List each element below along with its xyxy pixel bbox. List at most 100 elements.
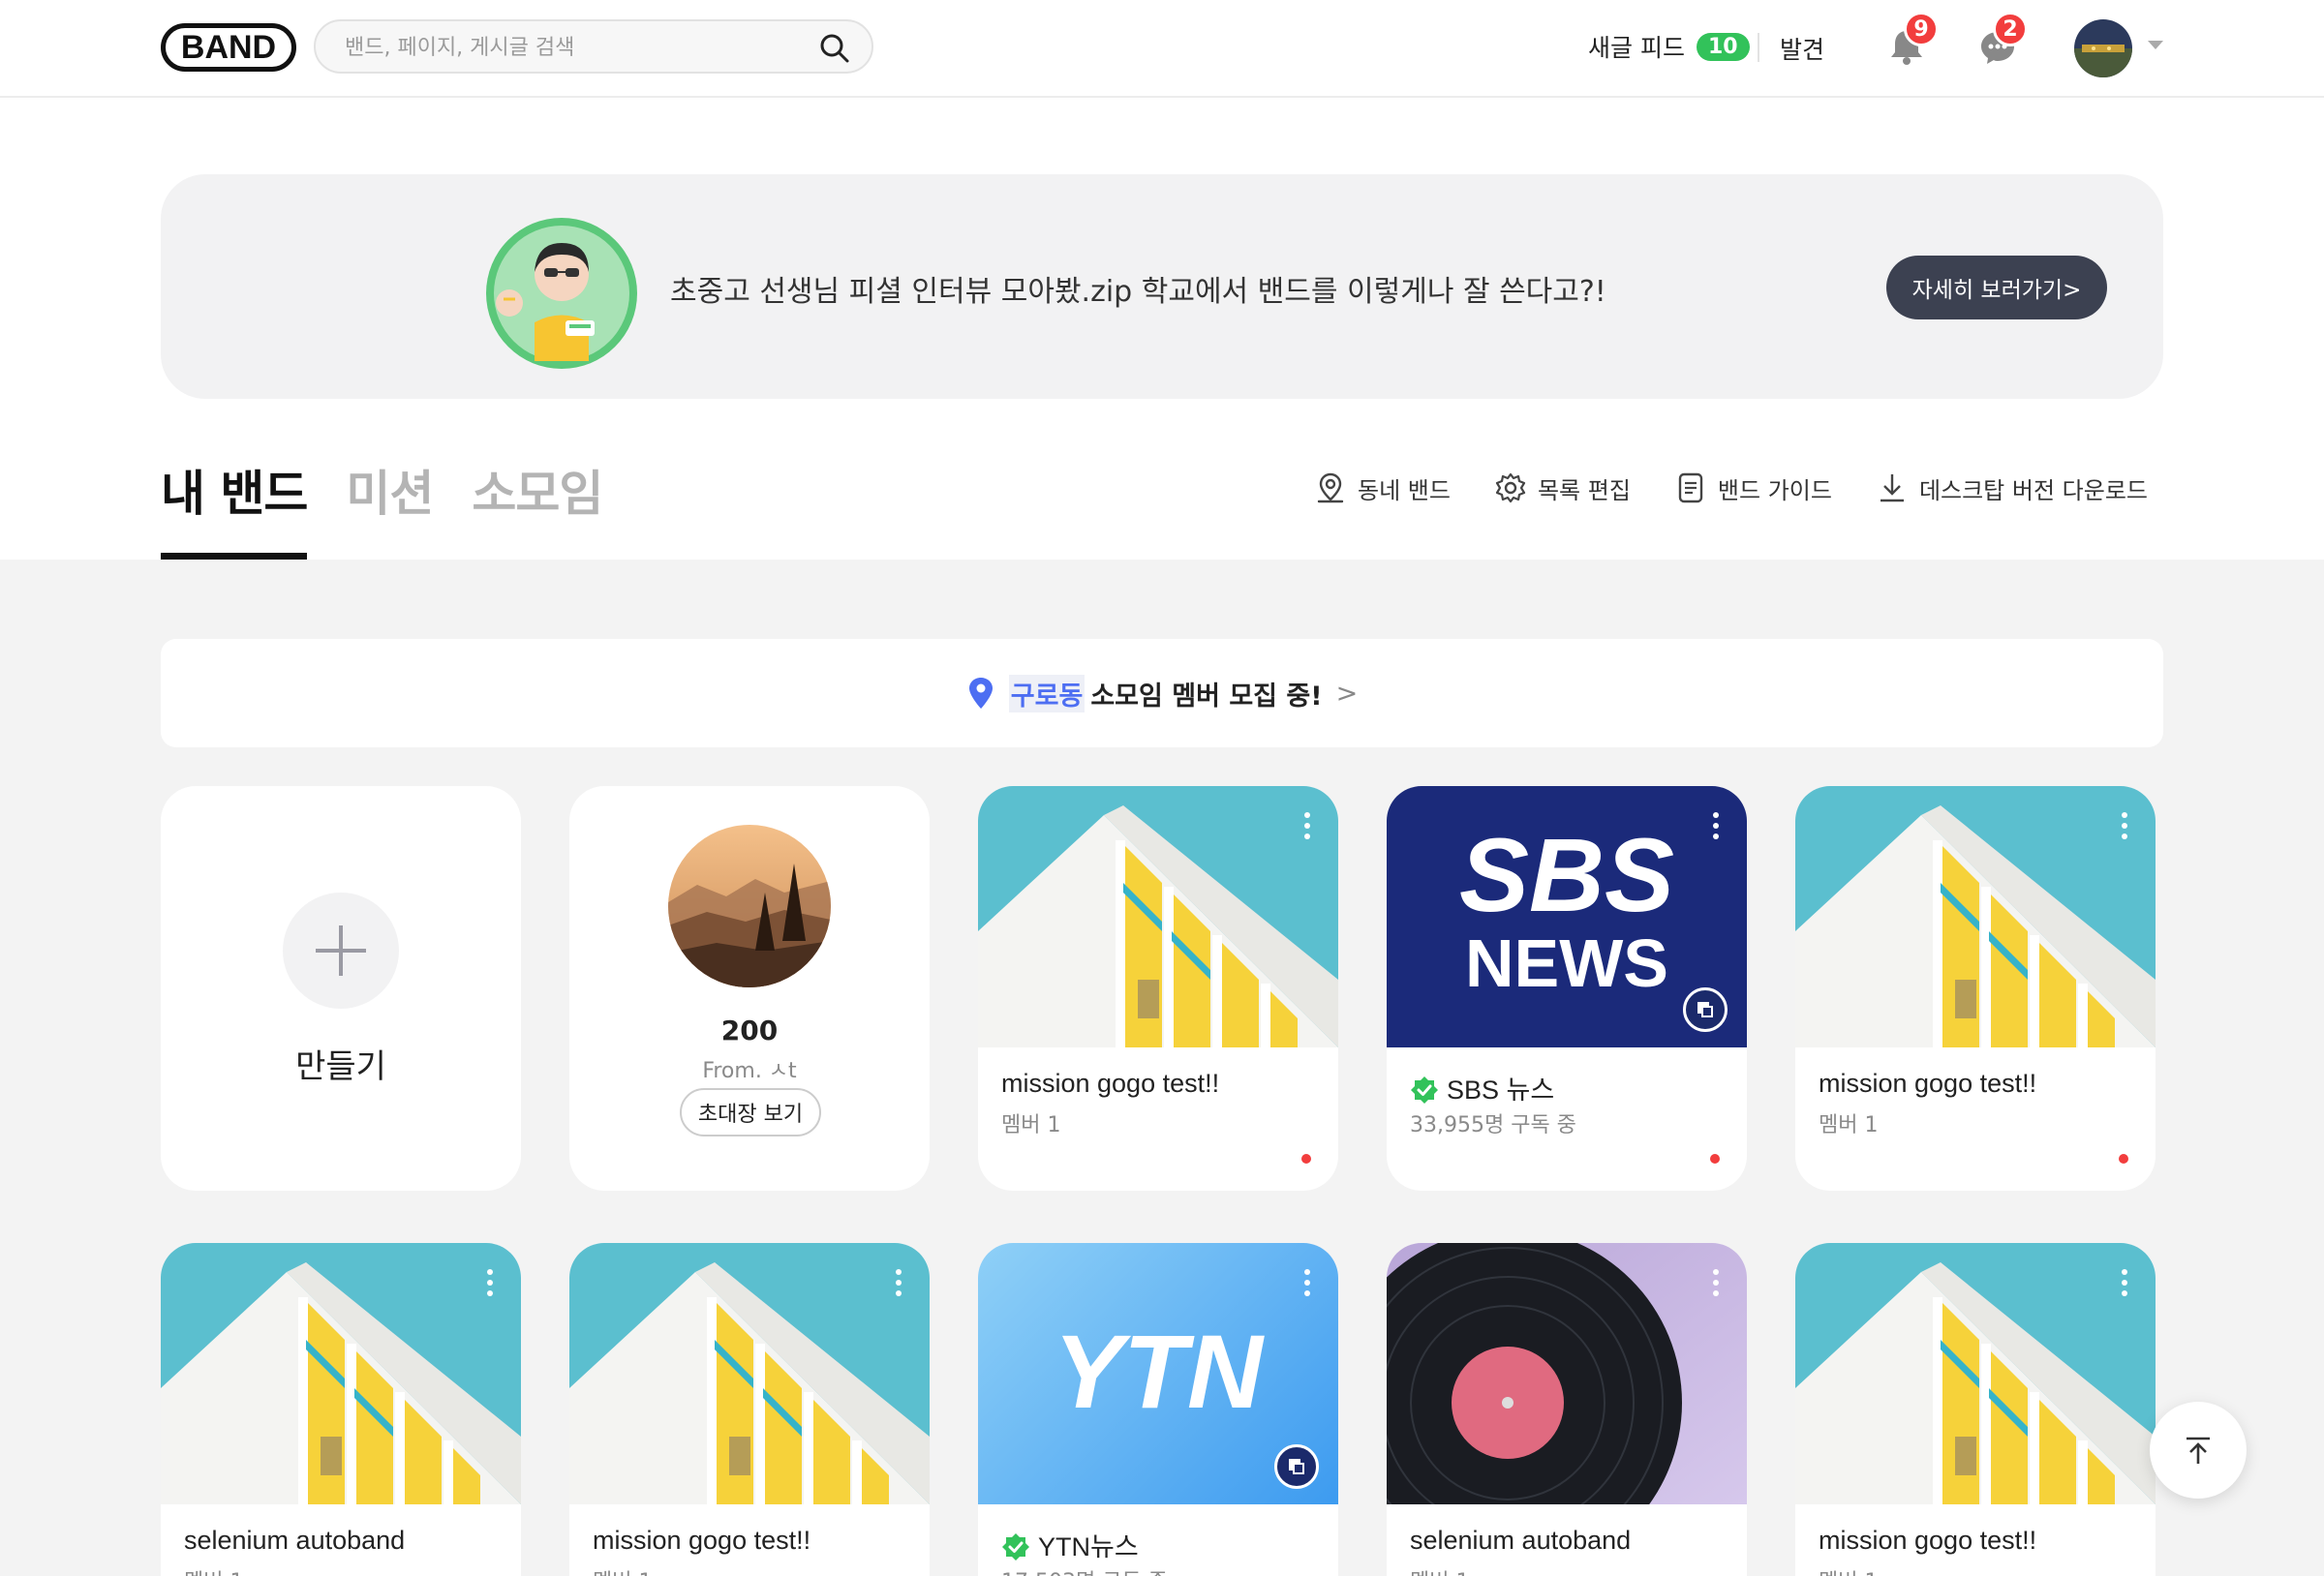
more-options-icon[interactable] <box>486 1268 494 1297</box>
edit-list-label: 목록 편집 <box>1537 476 1631 504</box>
more-options-icon[interactable] <box>1712 1268 1720 1297</box>
search-input[interactable] <box>345 31 810 64</box>
band-title: selenium autoband <box>184 1526 406 1555</box>
create-band-card[interactable]: 만들기 <box>161 786 521 1191</box>
band-cover-image <box>569 1243 930 1504</box>
feed-count-badge: 10 <box>1696 32 1750 61</box>
band-title: mission gogo test!! <box>1819 1526 2037 1555</box>
chat-badge: 2 <box>1993 12 2028 46</box>
band-cover-image <box>161 1243 521 1504</box>
ytn-logo-text: YTN <box>1054 1313 1263 1430</box>
more-options-icon[interactable] <box>2121 1268 2128 1297</box>
scroll-to-top-button[interactable] <box>2150 1402 2247 1499</box>
news-logo-text: NEWS <box>1465 925 1668 1001</box>
edit-list-link[interactable]: 목록 편집 <box>1493 470 1631 505</box>
more-options-icon[interactable] <box>1303 811 1311 840</box>
search-icon[interactable] <box>819 33 850 64</box>
band-title: mission gogo test!! <box>1819 1069 2037 1098</box>
band-member-count: 멤버 1 <box>1819 1564 1878 1576</box>
band-title: mission gogo test!! <box>1001 1069 1220 1098</box>
search-bar[interactable] <box>314 19 873 74</box>
banner-text: 초중고 선생님 피셜 인터뷰 모아봤.zip 학교에서 밴드를 이렇게나 잘 쓴… <box>670 275 1606 309</box>
plus-icon <box>283 893 399 1009</box>
local-band-link[interactable]: 동네 밴드 <box>1313 470 1451 505</box>
band-title: SBS 뉴스 <box>1410 1069 1554 1106</box>
band-member-count: 멤버 1 <box>1001 1113 1061 1137</box>
tab-mission[interactable]: 미션 <box>346 455 434 554</box>
tab-small-group[interactable]: 소모임 <box>472 455 603 554</box>
new-post-dot <box>1710 1154 1720 1164</box>
verified-check-icon <box>1001 1532 1030 1561</box>
new-post-dot <box>2119 1154 2128 1164</box>
notification-badge: 9 <box>1904 12 1939 46</box>
banner-more-button[interactable]: 자세히 보러가기> <box>1886 256 2107 319</box>
feed-label: 새글 피드 <box>1588 34 1685 62</box>
chevron-right-icon: > <box>1335 678 1359 709</box>
location-marker-icon <box>968 678 993 709</box>
page-card-sbs[interactable]: SBS NEWS SBS 뉴스 33,955명 구독 중 <box>1387 786 1747 1191</box>
page-name: SBS 뉴스 <box>1447 1076 1555 1105</box>
band-card[interactable]: mission gogo test!! 멤버 1 <box>569 1243 930 1576</box>
top-header: BAND 새글 피드 10 발견 9 2 <box>0 0 2324 98</box>
band-cover-image <box>1795 1243 2156 1504</box>
band-card[interactable]: mission gogo test!! 멤버 1 <box>1795 1243 2156 1576</box>
desktop-download-label: 데스크탑 버전 다운로드 <box>1918 476 2148 504</box>
desktop-download-link[interactable]: 데스크탑 버전 다운로드 <box>1875 470 2148 505</box>
band-cover-image <box>978 786 1338 1047</box>
invitation-count: 200 <box>720 1015 779 1046</box>
band-title: selenium autoband <box>1410 1526 1632 1555</box>
band-card[interactable]: mission gogo test!! 멤버 1 <box>978 786 1338 1191</box>
more-options-icon[interactable] <box>2121 811 2128 840</box>
band-tabs: 내 밴드 미션 소모임 <box>161 455 603 560</box>
discover-link[interactable]: 발견 <box>1780 31 1824 66</box>
band-card[interactable]: selenium autoband 멤버 1 <box>161 1243 521 1576</box>
toolbar: 동네 밴드 목록 편집 밴드 가이드 데스크탑 버전 다운로드 <box>1313 470 2148 505</box>
document-icon <box>1678 472 1703 503</box>
band-title: mission gogo test!! <box>593 1526 811 1555</box>
recruit-text: 소모임 멤버 모집 중! <box>1090 681 1323 712</box>
band-title: YTN뉴스 <box>1001 1526 1139 1563</box>
band-member-count: 멤버 1 <box>1819 1113 1879 1137</box>
band-member-count: 멤버 1 <box>184 1564 243 1576</box>
arrow-up-icon <box>2186 1437 2210 1464</box>
subscriber-count: 17,503명 구독 중 <box>1001 1564 1168 1576</box>
sbs-logo-text: SBS <box>1458 816 1675 933</box>
avatar[interactable] <box>2074 19 2132 77</box>
recruit-bar[interactable]: 구로동 소모임 멤버 모집 중! > <box>161 639 2163 747</box>
chevron-down-icon[interactable] <box>2148 41 2163 49</box>
invitation-card[interactable]: 200 From. ㅅt 초대장 보기 <box>569 786 930 1191</box>
band-logo[interactable]: BAND <box>161 23 296 72</box>
invitation-photo <box>668 825 831 987</box>
location-pin-icon <box>1317 472 1344 503</box>
page-icon <box>1683 987 1728 1032</box>
page-icon <box>1274 1444 1319 1489</box>
gear-icon <box>1495 472 1526 503</box>
new-post-dot <box>1301 1154 1311 1164</box>
vinyl-cover-image <box>1387 1243 1747 1504</box>
create-label: 만들기 <box>295 1047 386 1086</box>
teacher-character-illustration <box>486 218 637 369</box>
band-card[interactable]: selenium autoband 멤버 1 <box>1387 1243 1747 1576</box>
page-card-ytn[interactable]: YTN YTN뉴스 17,503명 구독 중 <box>978 1243 1338 1576</box>
local-band-label: 동네 밴드 <box>1358 476 1451 504</box>
verified-check-icon <box>1410 1076 1439 1105</box>
band-card[interactable]: mission gogo test!! 멤버 1 <box>1795 786 2156 1191</box>
band-cover-image <box>1795 786 2156 1047</box>
invitation-from: From. ㅅt <box>702 1059 797 1083</box>
page-name: YTN뉴스 <box>1038 1532 1139 1561</box>
download-icon <box>1880 474 1904 502</box>
view-invitation-button[interactable]: 초대장 보기 <box>680 1088 821 1137</box>
subscriber-count: 33,955명 구독 중 <box>1410 1113 1576 1137</box>
more-options-icon[interactable] <box>1712 811 1720 840</box>
more-options-icon[interactable] <box>1303 1268 1311 1297</box>
band-guide-link[interactable]: 밴드 가이드 <box>1673 470 1832 505</box>
band-member-count: 멤버 1 <box>1410 1564 1469 1576</box>
recruit-location: 구로동 <box>1008 674 1086 712</box>
nav-divider <box>1758 33 1759 62</box>
band-member-count: 멤버 1 <box>593 1564 652 1576</box>
more-options-icon[interactable] <box>895 1268 902 1297</box>
band-guide-label: 밴드 가이드 <box>1717 476 1832 504</box>
promo-banner[interactable]: 초중고 선생님 피셜 인터뷰 모아봤.zip 학교에서 밴드를 이렇게나 잘 쓴… <box>161 174 2163 399</box>
tab-my-band[interactable]: 내 밴드 <box>161 455 308 560</box>
new-feed-link[interactable]: 새글 피드 10 <box>1588 29 1750 64</box>
